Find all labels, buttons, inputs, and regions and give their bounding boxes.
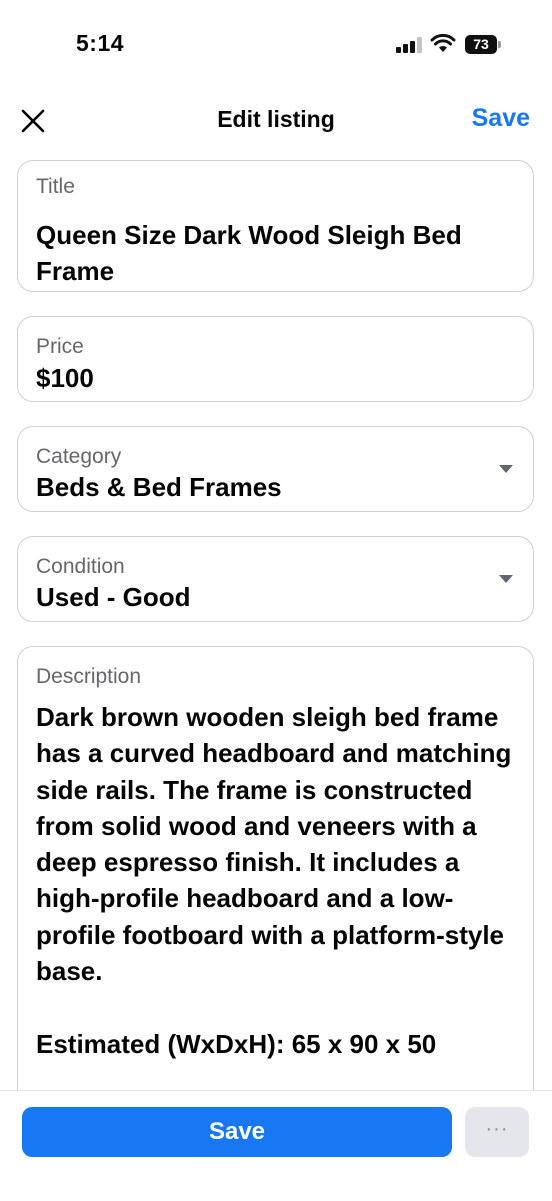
category-label: Category [36,445,122,468]
wifi-icon [430,33,456,52]
condition-value: Used - Good [36,582,191,612]
battery-level: 73 [473,36,489,52]
condition-label: Condition [36,555,125,578]
nav-header: Edit listing Save [0,96,552,148]
price-field[interactable]: Price $100 [17,316,534,402]
cellular-signal-icon [396,37,422,53]
description-label: Description [36,665,142,688]
save-button[interactable]: Save [22,1107,452,1157]
status-bar: 5:14 73 [0,0,552,90]
category-value: Beds & Bed Frames [36,472,282,502]
title-value[interactable]: Queen Size Dark Wood Sleigh Bed Frame [36,217,515,289]
title-label: Title [36,175,75,198]
chevron-down-icon[interactable] [499,575,513,583]
chevron-down-icon[interactable] [499,465,513,473]
more-icon: ··· [485,1118,509,1140]
battery-icon: 73 [465,35,501,54]
title-field[interactable]: Title Queen Size Dark Wood Sleigh Bed Fr… [17,160,534,292]
description-field[interactable]: Description Dark brown wooden sleigh bed… [17,646,534,1090]
status-time: 5:14 [76,30,125,56]
form-content: Title Queen Size Dark Wood Sleigh Bed Fr… [0,150,552,1090]
more-options-button[interactable]: ··· [465,1107,529,1157]
header-save-button[interactable]: Save [472,104,530,133]
price-value[interactable]: $100 [36,360,515,396]
price-label: Price [36,335,84,358]
bottom-action-bar: Save ··· [0,1090,552,1201]
page-title: Edit listing [217,106,335,132]
description-value[interactable]: Dark brown wooden sleigh bed frame has a… [36,699,519,1062]
condition-field[interactable]: Condition Used - Good [17,536,534,622]
category-field[interactable]: Category Beds & Bed Frames [17,426,534,512]
